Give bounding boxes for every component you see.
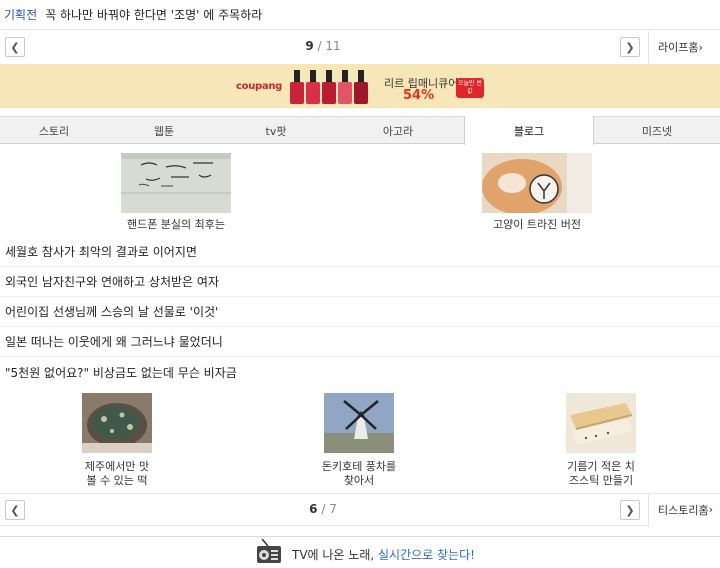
tab-miznet[interactable]: 미즈넷 [594, 117, 720, 144]
thumb-caption[interactable]: 제주에서만 맛 볼 수 있는 떡 [62, 460, 172, 488]
caption-line: 찾아서 [343, 474, 375, 487]
banner-prefix: TV에 나온 노래, [292, 548, 378, 562]
article-title: 어린이집 선생님께 스승의 날 선물로 '이것' [5, 305, 219, 319]
cheese-stick-image[interactable] [566, 393, 636, 453]
ad-brand-logo: coupang [236, 81, 283, 92]
page-current: 6 [309, 502, 318, 516]
prev-page-button[interactable]: ❮ [5, 37, 25, 57]
cat-image[interactable] [482, 153, 592, 213]
tab-label: 아고라 [382, 124, 414, 138]
article-title: 일본 떠나는 이웃에게 왜 그러느냐 물었더니 [5, 335, 223, 349]
tab-tvpot[interactable]: tv팟 [220, 117, 332, 144]
list-item[interactable]: 외국인 남자친구와 연애하고 상처받은 여자 [0, 267, 720, 297]
chevron-right-icon: ❯ [625, 503, 635, 517]
tab-label: 블로그 [513, 124, 545, 138]
thumb-caption[interactable]: 돈키호테 풍차를 찾아서 [304, 460, 414, 488]
chevron-left-icon: ❮ [10, 503, 20, 517]
caption-line: 제주에서만 맛 [84, 460, 150, 473]
next-page-button[interactable]: ❯ [620, 500, 640, 520]
tab-webtoon[interactable]: 웹툰 [108, 117, 220, 144]
banner-highlight: 실시간으로 찾는다! [378, 548, 475, 562]
pager-top: ❮ 9 / 11 ❯ 라이프홈 › [0, 31, 720, 63]
page-counter: 6 / 7 [293, 502, 353, 516]
top-article[interactable]: 기획전 꼭 하나만 바꿔야 한다면 '조명' 에 주목하라 [0, 0, 720, 30]
rice-cake-image[interactable] [82, 393, 152, 453]
tab-blog[interactable]: 블로그 [464, 116, 594, 145]
tab-label: 웹툰 [153, 124, 175, 138]
article-title: 세월호 참사가 최악의 결과로 이어지면 [5, 245, 197, 259]
chevron-left-icon: ❮ [10, 40, 20, 54]
article-title: 외국인 남자친구와 연애하고 상처받은 여자 [5, 275, 219, 289]
prev-page-button[interactable]: ❮ [5, 500, 25, 520]
tab-label: tv팟 [265, 124, 287, 138]
page-current: 9 [305, 39, 314, 53]
thumb-caption[interactable]: 기름기 적은 치 즈스틱 만들기 [546, 460, 656, 488]
windmill-image[interactable] [324, 393, 394, 453]
chevron-right-icon: ❯ [625, 40, 635, 54]
top-article-title[interactable]: 꼭 하나만 바꿔야 한다면 '조명' 에 주목하라 [45, 6, 262, 23]
chevron-right-icon: › [698, 40, 703, 54]
thumb-caption[interactable]: 핸드폰 분실의 최후는 [108, 218, 244, 232]
tab-label: 미즈넷 [641, 124, 673, 138]
ad-badge-text: 오늘만 반값 [458, 80, 482, 95]
ad-discount: 54% [403, 88, 435, 103]
ad-badge: 오늘만 반값 [456, 78, 484, 98]
ad-banner[interactable]: coupang 리르 립매니큐어 54% 오늘만 반값 [0, 64, 720, 108]
radio-icon [257, 538, 281, 563]
caption-line: 볼 수 있는 떡 [86, 474, 148, 487]
tab-story[interactable]: 스토리 [0, 117, 108, 144]
caption-line: 기름기 적은 치 [567, 460, 635, 473]
list-item[interactable]: 어린이집 선생님께 스승의 날 선물로 '이것' [0, 297, 720, 327]
top-article-category[interactable]: 기획전 [4, 6, 37, 23]
pager-bottom: ❮ 6 / 7 ❯ 티스토리홈 › [0, 493, 720, 526]
tab-label: 스토리 [38, 124, 70, 138]
more-label: 티스토리홈 [658, 503, 709, 517]
page-total: 11 [325, 39, 341, 53]
category-tabs: 스토리 웹툰 tv팟 아고라 블로그 미즈넷 [0, 116, 720, 145]
page-separator: / [313, 39, 326, 53]
thumb-caption[interactable]: 고양이 트라진 버전 [469, 218, 605, 232]
article-title: "5천원 없어요?" 비상금도 없는데 무슨 비자금 [5, 365, 237, 380]
nail-polish-image [290, 70, 368, 104]
banner-text: TV에 나온 노래, 실시간으로 찾는다! [292, 546, 475, 563]
tistory-home-link[interactable]: 티스토리홈 › [648, 493, 720, 526]
list-item[interactable]: 일본 떠나는 이웃에게 왜 그러느냐 물었더니 [0, 327, 720, 357]
next-page-button[interactable]: ❯ [620, 37, 640, 57]
music-search-banner[interactable]: TV에 나온 노래, 실시간으로 찾는다! [0, 536, 720, 568]
list-item[interactable]: "5천원 없어요?" 비상금도 없는데 무슨 비자금 [0, 357, 720, 387]
chevron-right-icon: › [708, 503, 714, 516]
list-item[interactable]: 세월호 참사가 최악의 결과로 이어지면 [0, 237, 720, 267]
page-counter: 9 / 11 [293, 39, 353, 53]
page-total: 7 [329, 502, 337, 516]
page-separator: / [317, 502, 330, 516]
caption-line: 즈스틱 만들기 [568, 474, 634, 487]
lifestyle-home-link[interactable]: 라이프홈 › [648, 31, 720, 63]
tab-agora[interactable]: 아고라 [332, 117, 464, 144]
more-label: 라이프홈 [658, 41, 699, 54]
caption-line: 돈키호테 풍차를 [321, 460, 397, 473]
paper-note-image[interactable] [121, 153, 231, 213]
